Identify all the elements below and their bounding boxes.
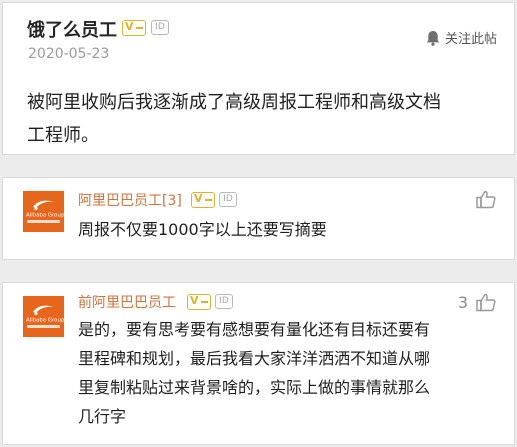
comment-body: 周报不仅要1000字以上还要写摘要 <box>78 215 327 244</box>
comment-body-line: 里程碑和规划，最后我看大家洋洋洒洒不知道从哪 <box>78 349 431 368</box>
post-card: 饿了么员工 V ID 2020-05-23 关注此帖 被阿里收购后我逐渐成了高级… <box>2 2 515 155</box>
post-body-line: 工程师。 <box>27 125 99 146</box>
avatar[interactable]: Alibaba Group <box>23 296 64 337</box>
comment-card: Alibaba Group 阿里巴巴员工[3] V ID 周报不仅要1000字以… <box>2 177 515 260</box>
alibaba-logo-icon <box>33 200 54 211</box>
thumbs-up-icon <box>476 190 496 209</box>
like-button[interactable] <box>468 190 496 209</box>
comment-username[interactable]: 前阿里巴巴员工 <box>78 292 176 312</box>
id-badge-icon: ID <box>151 20 169 35</box>
verified-v-badge-icon: V <box>187 294 211 310</box>
id-badge-icon: ID <box>219 192 237 207</box>
id-badge-icon: ID <box>215 294 233 309</box>
verified-v-badge-icon: V <box>122 20 146 36</box>
avatar-text: Alibaba Group <box>26 212 65 219</box>
comment-body-line: 几行字 <box>78 407 127 426</box>
post-body-line: 被阿里收购后我逐渐成了高级周报工程师和高级文档 <box>27 92 441 113</box>
comment-body: 是的，要有思考要有感想要有量化还有目标还要有 里程碑和规划，最后我看大家洋洋洒洒… <box>78 315 430 431</box>
verified-v-badge-icon: V <box>191 192 215 208</box>
follow-label: 关注此帖 <box>444 32 497 47</box>
avatar-text: Alibaba Group <box>26 317 65 324</box>
like-count: 3 <box>457 293 468 312</box>
comment-username[interactable]: 阿里巴巴员工[3] <box>78 190 182 210</box>
avatar[interactable]: Alibaba Group <box>23 191 64 232</box>
comment-body-line: 周报不仅要1000字以上还要写摘要 <box>78 220 327 239</box>
post-body: 被阿里收购后我逐渐成了高级周报工程师和高级文档 工程师。 <box>27 86 507 152</box>
alibaba-logo-icon <box>33 305 54 316</box>
comment-card: Alibaba Group 前阿里巴巴员工 V ID 3 是的，要有思考要有感想… <box>2 282 515 445</box>
comment-body-line: 是的，要有思考要有感想要有量化还有目标还要有 <box>78 320 431 339</box>
thumbs-up-icon <box>476 293 496 312</box>
like-button[interactable]: 3 <box>458 293 496 312</box>
follow-thread-button[interactable]: 关注此帖 <box>426 28 497 47</box>
comment-body-line: 里复制粘贴过来背景啥的，实际上做的事情就那么 <box>78 378 431 397</box>
post-date: 2020-05-23 <box>28 46 110 62</box>
post-username[interactable]: 饿了么员工 <box>27 16 117 42</box>
bell-icon <box>426 30 440 46</box>
